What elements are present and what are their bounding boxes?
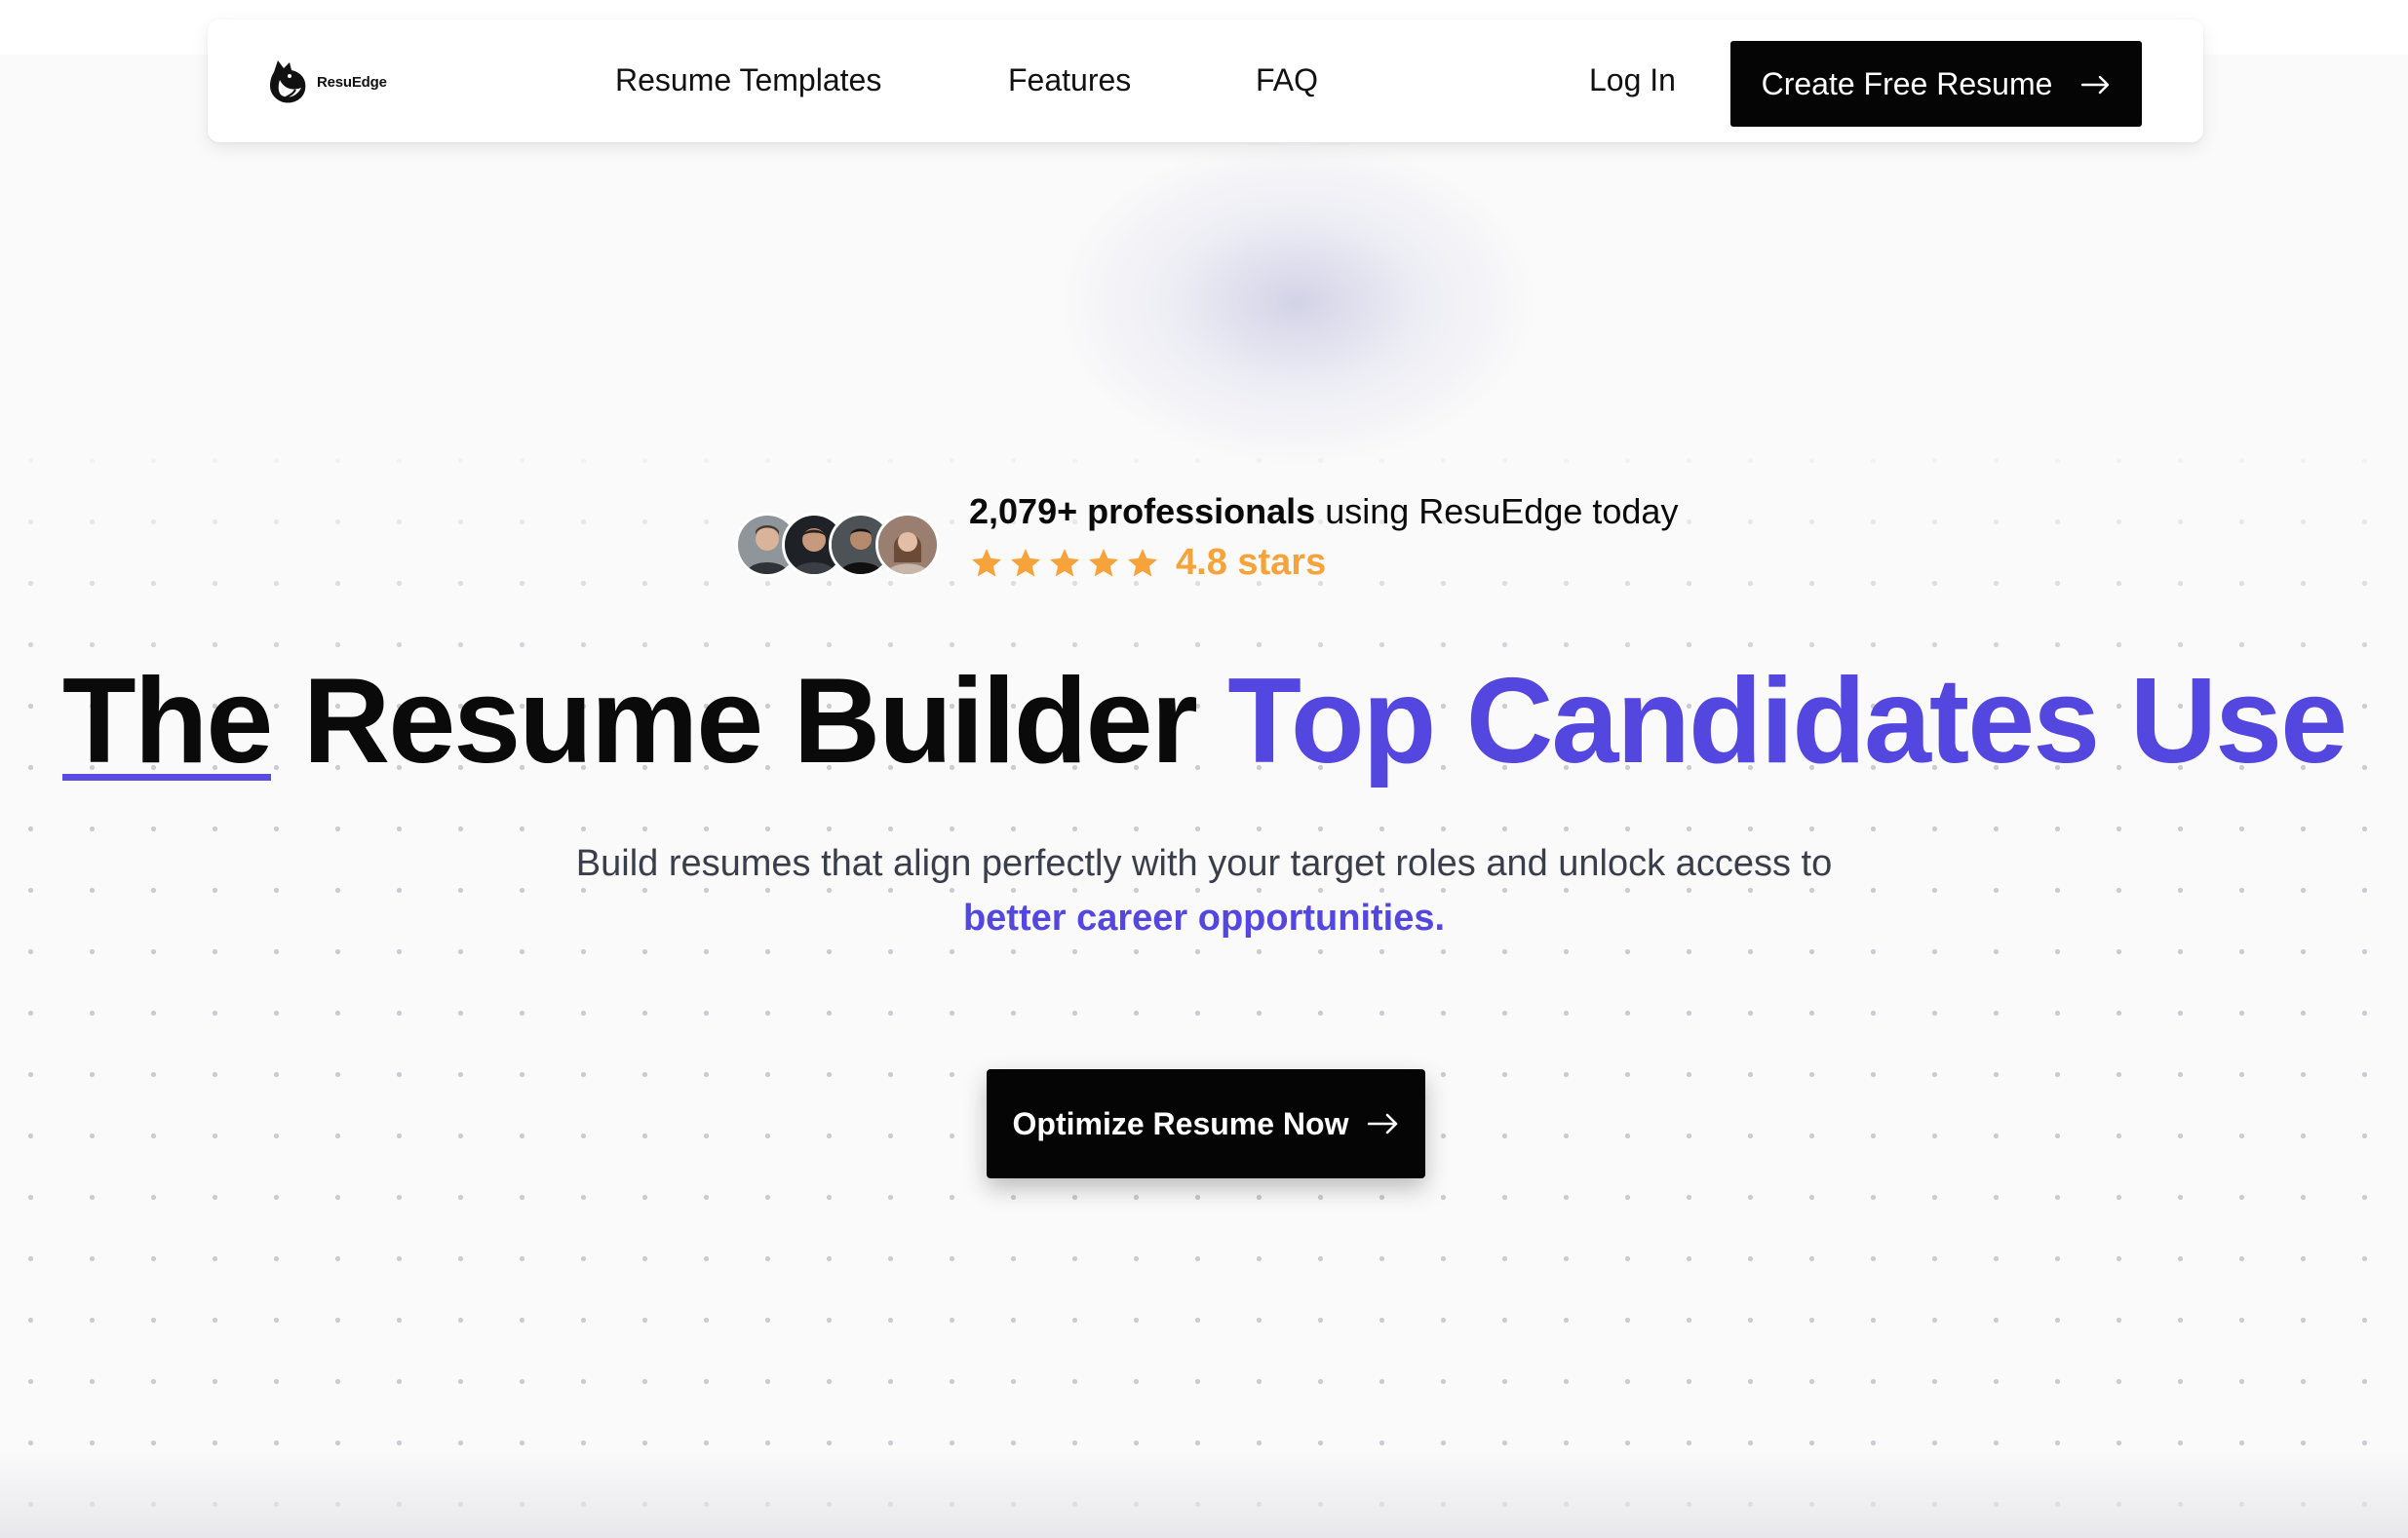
hero-subtext-accent: better career opportunities.	[962, 898, 1446, 939]
professionals-suffix: using ResuEdge today	[1315, 491, 1679, 531]
star-icon	[972, 548, 1001, 576]
hero-subtext: Build resumes that align perfectly with …	[0, 836, 2408, 945]
navbar: ResuEdge Resume Templates Features FAQ L…	[208, 19, 2203, 142]
arrow-right-icon	[1368, 1106, 1399, 1142]
star-rating	[969, 546, 1160, 581]
headline-plain-text: Resume Builder	[271, 654, 1228, 788]
star-icon	[1011, 548, 1040, 576]
rating-row: 4.8 stars	[969, 542, 1326, 584]
headline-underlined-word: The	[61, 648, 273, 794]
avatar-stack	[735, 513, 945, 581]
hero-subtext-line: Build resumes that align perfectly with …	[575, 843, 1833, 884]
avatar	[875, 513, 940, 577]
login-link[interactable]: Log In	[1589, 62, 1676, 98]
star-icon	[1050, 548, 1079, 576]
create-free-resume-button[interactable]: Create Free Resume	[1730, 41, 2142, 127]
professionals-count: 2,079+ professionals	[969, 491, 1316, 531]
headline-accent-text: Top Candidates Use	[1227, 654, 2348, 788]
optimize-resume-button[interactable]: Optimize Resume Now	[987, 1069, 1425, 1178]
create-free-resume-label: Create Free Resume	[1761, 65, 2053, 101]
background-glow	[1053, 136, 1540, 468]
nav-link-faq[interactable]: FAQ	[1256, 62, 1318, 98]
bottom-shade	[0, 1450, 2408, 1538]
rating-text: 4.8 stars	[1176, 542, 1327, 583]
brand-name: ResuEdge	[317, 73, 387, 91]
arrow-right-icon	[2081, 66, 2111, 102]
professionals-count-text: 2,079+ professionals using ResuEdge toda…	[969, 491, 1678, 532]
nav-link-resume-templates[interactable]: Resume Templates	[615, 62, 881, 98]
star-icon	[1089, 548, 1118, 576]
hero-headline: The Resume Builder Top Candidates Use	[0, 648, 2408, 794]
nav-link-features[interactable]: Features	[1008, 62, 1131, 98]
optimize-resume-label: Optimize Resume Now	[1012, 1105, 1349, 1141]
wolf-logo-icon	[266, 58, 309, 105]
social-proof: 2,079+ professionals using ResuEdge toda…	[735, 487, 1710, 595]
brand-logo[interactable]: ResuEdge	[266, 58, 387, 105]
star-icon	[1128, 548, 1157, 576]
